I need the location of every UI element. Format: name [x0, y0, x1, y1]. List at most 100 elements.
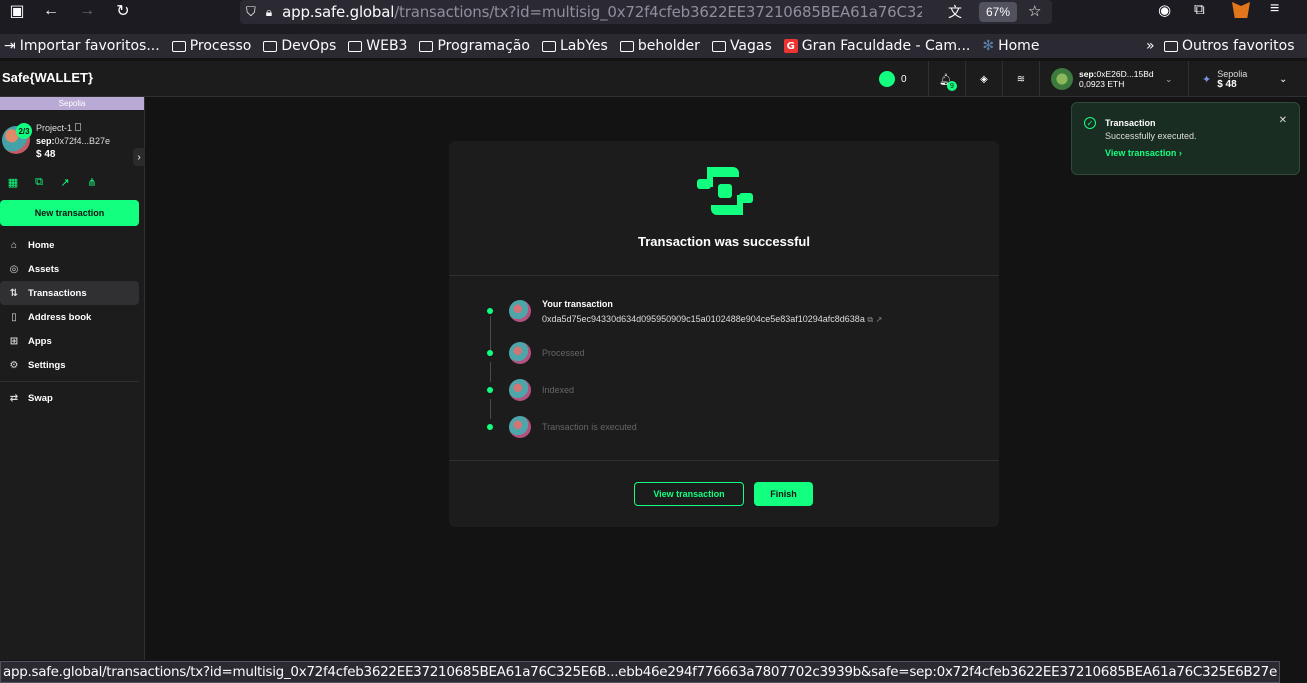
- sidebar-item-label: Address book: [28, 311, 92, 323]
- transaction-success-card: Transaction was successful Your transact…: [449, 141, 999, 527]
- qr-code-icon[interactable]: ▦: [2, 171, 24, 193]
- sidebar-item-swap[interactable]: ⇄ Swap: [0, 386, 139, 410]
- folder-icon: [419, 40, 434, 52]
- bookmark-star-icon[interactable]: ☆: [1028, 2, 1041, 20]
- url-host: app.safe.global: [282, 3, 395, 21]
- safe-info[interactable]: 2/3 Project-1 sep:0x72f4...B27e $ 48 ›: [0, 110, 145, 170]
- translate-icon[interactable]: 文: [948, 2, 962, 22]
- folder-icon: [619, 40, 634, 52]
- sidebar-item-address-book[interactable]: ▯ Address book: [0, 305, 139, 329]
- shield-icon[interactable]: ⛉: [246, 4, 256, 20]
- copy-icon[interactable]: [74, 123, 81, 131]
- sidebar-item-apps[interactable]: ⊞ Apps: [0, 329, 139, 353]
- avatar: [509, 379, 531, 401]
- bookmarks-overflow[interactable]: »: [1146, 38, 1155, 54]
- status-step-executed: Transaction is executed: [485, 415, 965, 441]
- points-widget[interactable]: 0: [873, 61, 917, 97]
- sidebar-item-label: Settings: [28, 359, 66, 371]
- toast-view-link[interactable]: View transaction ›: [1105, 148, 1182, 158]
- copy-address-icon[interactable]: ⧉: [28, 171, 50, 193]
- status-dot: [487, 308, 493, 314]
- toast-title: Transaction: [1105, 118, 1156, 128]
- bookmarks-bar: ⇥ Importar favoritos... Processo DevOps W…: [0, 34, 1307, 58]
- chevron-right-icon: ›: [1178, 148, 1182, 158]
- app-header: Safe{WALLET} 0 🔔︎ 9 ◈ ≋ sep:0xE26D...15B…: [0, 61, 1307, 97]
- bookmark-programacao[interactable]: Programação: [419, 38, 530, 54]
- account-icon[interactable]: ◉: [1158, 1, 1171, 19]
- safe-name-text: Project-1: [36, 123, 73, 133]
- walletconnect-button[interactable]: ≋: [1002, 61, 1039, 97]
- bookmark-home[interactable]: ✻ Home: [982, 38, 1039, 54]
- sidebar-item-assets[interactable]: ◎ Assets: [0, 257, 139, 281]
- tx-hash-text: 0xda5d75ec94330d634d095950909c15a0102488…: [542, 314, 865, 324]
- forward-icon[interactable]: →: [72, 0, 102, 26]
- url-path: /transactions/tx?id=multisig_0x72f4cfeb3…: [394, 3, 923, 21]
- status-step-indexed: Indexed: [485, 378, 965, 404]
- bookmark-label: Programação: [437, 38, 530, 54]
- reload-icon[interactable]: ↻: [108, 0, 138, 26]
- tree-icon[interactable]: ⋔: [81, 171, 103, 193]
- network-banner: Sepolia: [0, 97, 144, 110]
- bookmark-other[interactable]: Outros favoritos: [1164, 38, 1295, 54]
- browser-toolbar: ▣ ← → ↻ ⛉ 🔒︎ app.safe.global/transaction…: [0, 0, 1307, 34]
- bookmark-gran[interactable]: G Gran Faculdade - Cam...: [783, 38, 970, 54]
- safe-address-text: 0x72f4...B27e: [54, 136, 111, 146]
- zoom-level[interactable]: 67%: [979, 2, 1017, 22]
- bookmark-beholder[interactable]: beholder: [619, 38, 700, 54]
- divider: [449, 275, 999, 276]
- tx-queue-button[interactable]: ◈: [965, 61, 1002, 97]
- address-book-icon: ▯: [11, 311, 17, 323]
- finish-button[interactable]: Finish: [754, 482, 813, 506]
- chevron-down-icon: ⌄: [1279, 73, 1288, 85]
- safe-logo[interactable]: Safe{WALLET}: [2, 70, 93, 85]
- bookmark-processo[interactable]: Processo: [171, 38, 251, 54]
- bookmark-import[interactable]: ⇥ Importar favoritos...: [4, 38, 160, 54]
- bookmark-web3[interactable]: WEB3: [348, 38, 407, 54]
- close-icon[interactable]: ✕: [1279, 115, 1287, 126]
- url-text[interactable]: app.safe.global/transactions/tx?id=multi…: [282, 3, 922, 21]
- bookmark-label: LabYes: [559, 38, 608, 54]
- link-preview-statusbar: app.safe.global/transactions/tx?id=multi…: [0, 661, 1280, 683]
- sidebar-item-home[interactable]: ⌂ Home: [0, 233, 139, 257]
- safe-address: sep:0x72f4...B27e: [36, 136, 110, 146]
- explorer-link-icon[interactable]: ↗: [54, 171, 76, 193]
- new-transaction-button[interactable]: New transaction: [0, 200, 139, 226]
- extensions-icon[interactable]: ⧉: [1194, 1, 1205, 18]
- g-logo-icon: G: [783, 39, 798, 53]
- back-icon[interactable]: ←: [36, 0, 66, 26]
- safe-address-prefix: sep:: [36, 136, 55, 146]
- status-step-processed: Processed: [485, 341, 965, 367]
- bookmark-label: Home: [998, 38, 1040, 54]
- bookmark-label: WEB3: [366, 38, 408, 54]
- copy-icon[interactable]: ⧉: [867, 315, 873, 324]
- sidebar-toggle-icon[interactable]: ▣: [2, 0, 32, 26]
- divider: [449, 460, 999, 461]
- sidebar-expand-button[interactable]: ›: [133, 148, 145, 166]
- bookmark-labyes[interactable]: LabYes: [541, 38, 608, 54]
- bookmark-label: DevOps: [281, 38, 337, 54]
- home-icon: ⌂: [10, 239, 18, 251]
- url-bar[interactable]: ⛉ 🔒︎ app.safe.global/transactions/tx?id=…: [240, 0, 1052, 24]
- bookmark-devops[interactable]: DevOps: [263, 38, 336, 54]
- bookmark-vagas[interactable]: Vagas: [711, 38, 772, 54]
- menu-icon[interactable]: ≡: [1270, 0, 1279, 18]
- points-icon: [879, 71, 895, 87]
- sidebar-item-label: Assets: [28, 263, 60, 275]
- lock-icon[interactable]: 🔒︎: [266, 5, 272, 20]
- avatar: [509, 416, 531, 438]
- sidebar-item-settings[interactable]: ⚙ Settings: [0, 353, 139, 377]
- view-transaction-button[interactable]: View transaction: [634, 482, 744, 506]
- import-icon: ⇥: [4, 38, 16, 54]
- sidebar-item-transactions[interactable]: ⇅ Transactions: [0, 281, 139, 305]
- wallet-button[interactable]: sep:0xE26D...15Bd 0,0923 ETH ⌄: [1039, 61, 1188, 97]
- status-dot: [487, 350, 493, 356]
- tx-hash: 0xda5d75ec94330d634d095950909c15a0102488…: [542, 314, 882, 325]
- notifications-button[interactable]: 🔔︎ 9: [928, 61, 965, 97]
- bookmark-label: Importar favoritos...: [19, 38, 160, 54]
- safe-name: Project-1: [36, 123, 81, 133]
- folder-icon: [711, 40, 726, 52]
- network-selector[interactable]: ✦ Sepolia $ 48 ⌄: [1188, 61, 1307, 97]
- metamask-icon[interactable]: [1232, 2, 1250, 18]
- safe-logo-icon: [697, 167, 753, 215]
- external-link-icon[interactable]: ↗: [876, 315, 883, 324]
